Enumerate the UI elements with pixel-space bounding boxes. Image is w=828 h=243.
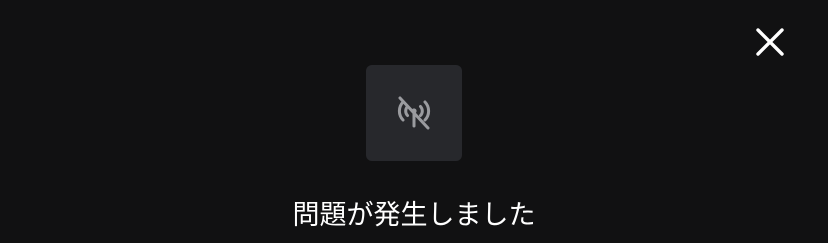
status-icon-container [366, 65, 462, 161]
error-message: 問題が発生しました [292, 200, 536, 231]
error-screen: 問題が発生しました [0, 0, 828, 243]
no-signal-icon [391, 90, 437, 136]
close-icon [755, 27, 785, 57]
close-button[interactable] [748, 20, 792, 64]
